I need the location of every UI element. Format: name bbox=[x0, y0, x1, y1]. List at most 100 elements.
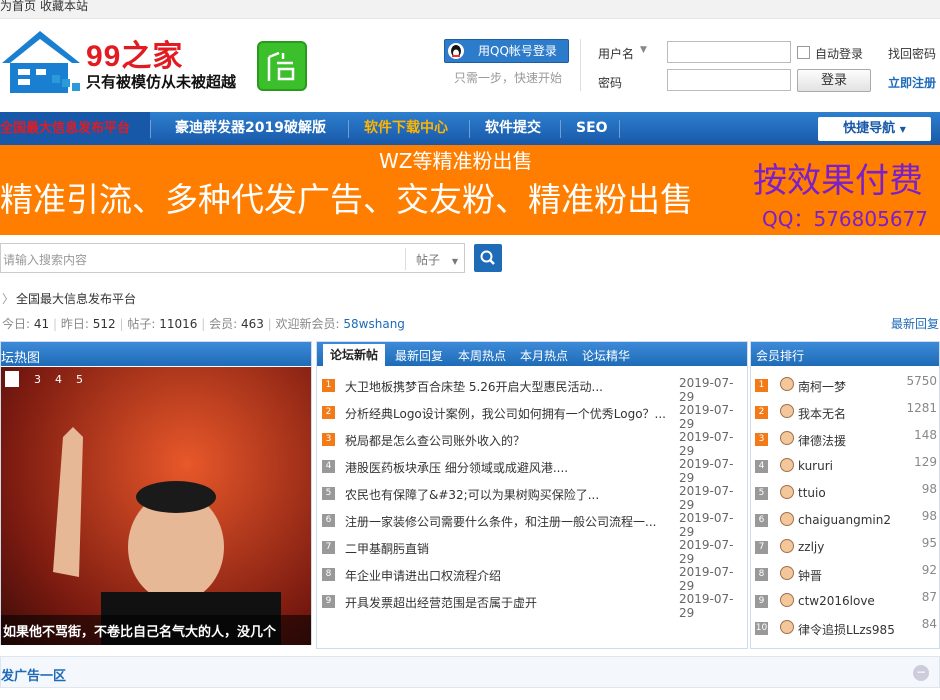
thread-list: 1 大卫地板携梦百合床垫 5.26开启大型惠民活动... 2019-07-29 2 分析… bbox=[317, 372, 747, 648]
thread-row[interactable]: 7 二甲基酮肟直销 2019-07-29 bbox=[317, 534, 745, 566]
hot-page-5[interactable]: 5 bbox=[76, 373, 83, 386]
hot-page-4[interactable]: 4 bbox=[55, 373, 62, 386]
section-title[interactable]: 发广告一区 bbox=[1, 665, 66, 684]
thread-row[interactable]: 8 年企业申请进出口权流程介绍 2019-07-29 bbox=[317, 561, 745, 593]
thread-title-link[interactable]: 二甲基酮肟直销 bbox=[345, 540, 665, 557]
avatar-icon[interactable] bbox=[780, 431, 794, 445]
ranking-row[interactable]: 8 钟晋 92 bbox=[751, 561, 939, 588]
avatar-icon[interactable] bbox=[780, 485, 794, 499]
avatar-icon[interactable] bbox=[780, 539, 794, 553]
member-score: 95 bbox=[921, 536, 937, 550]
thread-title-link[interactable]: 港股医药板块承压 细分领域或成避风港.... bbox=[345, 459, 665, 476]
username-dropdown-icon[interactable]: ▼ bbox=[640, 45, 647, 55]
ad-banner[interactable]: WZ等精准粉出售 精准引流、多种代发广告、交友粉、精准粉出售 按效果付费 QQ：… bbox=[0, 145, 940, 235]
member-name-link[interactable]: chaiguangmin2 bbox=[798, 513, 891, 527]
member-score: 148 bbox=[914, 428, 937, 442]
hot-panel-title: 坛热图 bbox=[1, 351, 41, 366]
member-name-link[interactable]: 我本无名 bbox=[798, 405, 846, 422]
thread-row[interactable]: 4 港股医药板块承压 细分领域或成避风港.... 2019-07-29 bbox=[317, 453, 745, 485]
member-name-link[interactable]: ctw2016love bbox=[798, 594, 875, 608]
member-name-link[interactable]: 南柯一梦 bbox=[798, 378, 846, 395]
tab-weekly-hot[interactable]: 本周热点 bbox=[458, 347, 506, 364]
thread-title-link[interactable]: 农民也有保障了&#32;可以为果树购买保险了... bbox=[345, 486, 665, 503]
thread-title-link[interactable]: 大卫地板携梦百合床垫 5.26开启大型惠民活动... bbox=[345, 378, 665, 395]
add-favorite-link[interactable]: 收藏本站 bbox=[40, 0, 88, 12]
thread-row[interactable]: 3 税局都是怎么查公司账外收入的？ 2019-07-29 bbox=[317, 426, 745, 458]
set-homepage-link[interactable]: 为首页 bbox=[0, 0, 36, 12]
ranking-row[interactable]: 6 chaiguangmin2 98 bbox=[751, 507, 939, 534]
avatar-icon[interactable] bbox=[780, 458, 794, 472]
hot-page-3[interactable]: 3 bbox=[34, 373, 41, 386]
qq-login-button[interactable]: 用QQ帐号登录 bbox=[444, 39, 569, 63]
auto-login-checkbox[interactable] bbox=[797, 46, 810, 59]
nav-item-haodi[interactable]: 豪迪群发器2019破解版 bbox=[175, 112, 326, 145]
username-input[interactable] bbox=[667, 41, 791, 63]
ranking-row[interactable]: 4 kururi 129 bbox=[751, 453, 939, 480]
avatar-icon[interactable] bbox=[780, 593, 794, 607]
quick-nav-button[interactable]: 快捷导航 ▼ bbox=[818, 117, 931, 141]
thread-row[interactable]: 5 农民也有保障了&#32;可以为果树购买保险了... 2019-07-29 bbox=[317, 480, 745, 512]
qq-login-label: 用QQ帐号登录 bbox=[478, 44, 557, 58]
avatar-icon[interactable] bbox=[780, 566, 794, 580]
ad-icon[interactable] bbox=[257, 41, 307, 91]
hot-picture-image[interactable]: 2 3 4 5 如果他不骂街，不卷比自己名气大的人，没几个 bbox=[1, 367, 311, 645]
thread-row[interactable]: 6 注册一家装修公司需要什么条件，和注册一般公司流程一... 2019-07-29 bbox=[317, 507, 745, 539]
member-score: 129 bbox=[914, 455, 937, 469]
ranking-row[interactable]: 1 南柯一梦 5750 bbox=[751, 372, 939, 399]
register-link[interactable]: 立即注册 bbox=[888, 74, 936, 91]
stat-today-label: 今日: bbox=[2, 317, 31, 331]
member-name-link[interactable]: 律德法援 bbox=[798, 432, 846, 449]
avatar-icon[interactable] bbox=[780, 512, 794, 526]
tab-monthly-hot[interactable]: 本月热点 bbox=[520, 347, 568, 364]
nav-item-home[interactable]: 全国最大信息发布平台 bbox=[0, 112, 130, 145]
ranking-row[interactable]: 7 zzljy 95 bbox=[751, 534, 939, 561]
thread-title-link[interactable]: 注册一家装修公司需要什么条件，和注册一般公司流程一... bbox=[345, 513, 665, 530]
thread-row[interactable]: 1 大卫地板携梦百合床垫 5.26开启大型惠民活动... 2019-07-29 bbox=[317, 372, 745, 404]
search-input[interactable]: 请输入搜索内容 bbox=[3, 251, 87, 268]
thread-rank-number: 8 bbox=[322, 568, 335, 581]
search-divider bbox=[405, 248, 406, 270]
member-name-link[interactable]: 律令追损LLzs985 bbox=[798, 621, 895, 638]
new-member-link[interactable]: 58wshang bbox=[343, 317, 405, 331]
avatar-icon[interactable] bbox=[780, 404, 794, 418]
logo-slogan: 只有被模仿从未被超越 bbox=[86, 73, 237, 91]
latest-reply-link[interactable]: 最新回复 bbox=[891, 315, 939, 332]
hot-caption[interactable]: 如果他不骂街，不卷比自己名气大的人，没几个 bbox=[3, 621, 276, 640]
collapse-icon[interactable]: − bbox=[913, 665, 929, 681]
ranking-row[interactable]: 9 ctw2016love 87 bbox=[751, 588, 939, 615]
breadcrumb-current[interactable]: 全国最大信息发布平台 bbox=[16, 290, 136, 307]
ranking-row[interactable]: 10 律令追损LLzs985 84 bbox=[751, 615, 939, 642]
ranking-row[interactable]: 5 ttuio 98 bbox=[751, 480, 939, 507]
member-name-link[interactable]: ttuio bbox=[798, 486, 826, 500]
thread-rank-number: 7 bbox=[322, 541, 335, 554]
nav-item-seo[interactable]: SEO bbox=[576, 112, 608, 145]
thread-title-link[interactable]: 税局都是怎么查公司账外收入的？ bbox=[345, 432, 665, 449]
thread-title-link[interactable]: 年企业申请进出口权流程介绍 bbox=[345, 567, 665, 584]
login-button[interactable]: 登录 bbox=[797, 69, 871, 92]
find-password-link[interactable]: 找回密码 bbox=[888, 45, 936, 62]
ranking-row[interactable]: 2 我本无名 1281 bbox=[751, 399, 939, 426]
thread-title-link[interactable]: 分析经典Logo设计案例，我公司如何拥有一个优秀Logo？... bbox=[345, 405, 665, 422]
thread-date: 2019-07-29 bbox=[679, 592, 734, 620]
member-name-link[interactable]: kururi bbox=[798, 459, 833, 473]
hot-page-2[interactable]: 2 bbox=[13, 373, 20, 386]
avatar-icon[interactable] bbox=[780, 377, 794, 391]
member-name-link[interactable]: 钟晋 bbox=[798, 567, 822, 584]
password-input[interactable] bbox=[667, 69, 791, 91]
member-name-link[interactable]: zzljy bbox=[798, 540, 824, 554]
thread-title-link[interactable]: 开具发票超出经营范围是否属于虚开 bbox=[345, 594, 665, 611]
search-button[interactable] bbox=[474, 244, 502, 272]
tab-essence[interactable]: 论坛精华 bbox=[582, 347, 630, 364]
logo-house-icon[interactable] bbox=[0, 27, 90, 99]
avatar-icon[interactable] bbox=[780, 620, 794, 634]
thread-row[interactable]: 2 分析经典Logo设计案例，我公司如何拥有一个优秀Logo？... 2019-07… bbox=[317, 399, 745, 431]
nav-item-submit[interactable]: 软件提交 bbox=[485, 112, 541, 145]
tab-new-threads[interactable]: 论坛新帖 bbox=[323, 344, 385, 366]
nav-item-download[interactable]: 软件下载中心 bbox=[364, 112, 448, 145]
thread-rank-number: 6 bbox=[322, 514, 335, 527]
tab-latest-reply[interactable]: 最新回复 bbox=[395, 347, 443, 364]
nav-divider bbox=[619, 120, 620, 138]
search-type-select[interactable]: 帖子 ▼ bbox=[416, 251, 458, 268]
ranking-row[interactable]: 3 律德法援 148 bbox=[751, 426, 939, 453]
thread-row[interactable]: 9 开具发票超出经营范围是否属于虚开 2019-07-29 bbox=[317, 588, 745, 620]
